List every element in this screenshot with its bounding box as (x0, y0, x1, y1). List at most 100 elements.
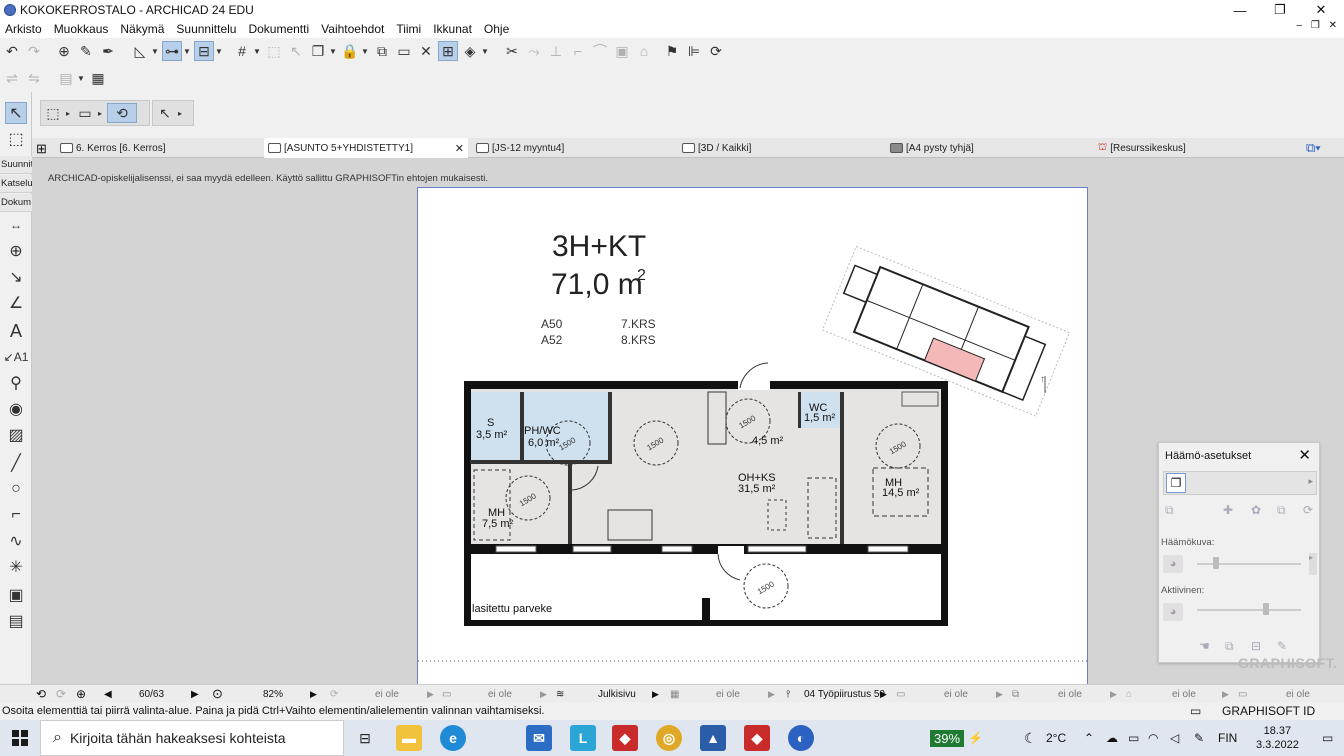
compare-icon[interactable]: ⊟ (1251, 639, 1261, 653)
angle-dimension-icon[interactable]: ∠ (5, 292, 27, 314)
inject-parameters-icon[interactable]: ✒ (98, 41, 118, 61)
rotate-view-icon[interactable]: ⟳ (330, 685, 338, 703)
restore-button[interactable]: ❐ (1257, 0, 1303, 20)
zoom-icon[interactable]: ⊙ (212, 685, 223, 703)
tab-list-icon[interactable]: ⧉▾ (1306, 140, 1321, 156)
notifications-icon[interactable]: ▭ (1322, 720, 1333, 756)
menu-vaihtoehdot[interactable]: Vaihtoehdot (315, 22, 390, 36)
graphisoft-id[interactable]: GRAPHISOFT ID (1222, 704, 1315, 718)
menu-dokumentti[interactable]: Dokumentti (242, 22, 315, 36)
tab-resource-center[interactable]: ⛫ [Resurssikeskus] (1094, 138, 1300, 158)
copy-icon[interactable]: ⧉ (1277, 503, 1286, 518)
duplicate-icon[interactable]: ⧉ (1225, 639, 1234, 654)
chevron-right-icon[interactable]: ▶ (880, 685, 887, 703)
toolbox-group-suunnittelu[interactable]: Suunnit (0, 156, 32, 174)
flag-icon[interactable]: ⚑ (662, 41, 682, 61)
rotated-marquee-icon[interactable]: ⟲ (107, 103, 137, 123)
taskbar-search[interactable]: ⌕ Kirjoita tähän hakeaksesi kohteista (40, 720, 344, 756)
menu-nakyma[interactable]: Näkymä (114, 22, 170, 36)
split-icon[interactable]: ✂ (502, 41, 522, 61)
worksheet-paper[interactable]: 3H+KT 71,0 m 2 A50 A52 7.KRS 8.KRS ↑ 150… (417, 187, 1089, 684)
chevron-down-icon[interactable]: ▼ (182, 41, 192, 61)
publish-icon[interactable]: ▤ (56, 68, 76, 88)
suspend-groups-icon[interactable]: ⬚ (264, 41, 284, 61)
fillet-icon[interactable]: ⌒ (590, 41, 610, 61)
quick-select-icon[interactable]: ↖ (155, 103, 175, 123)
tab-worksheet-active[interactable]: [ASUNTO 5+YHDISTETTY1] ✕ (264, 138, 468, 158)
circle-tool-icon[interactable]: ○ (5, 478, 27, 500)
task-view-icon[interactable]: ⊟ (352, 725, 378, 751)
chevron-down-icon[interactable]: ▼ (360, 41, 370, 61)
ghost-source-selector[interactable]: ❐ ▸ (1163, 471, 1317, 495)
mail-icon[interactable]: ✉ (526, 725, 552, 751)
chevron-right-icon[interactable]: ▶ (1110, 685, 1117, 703)
chevron-down-icon[interactable]: ▼ (252, 41, 262, 61)
line-tool-icon[interactable]: ╱ (5, 452, 27, 474)
file-explorer-icon[interactable]: ▬ (396, 725, 422, 751)
eyedropper-icon[interactable]: ✎ (76, 41, 96, 61)
view-option-value-1[interactable]: ei ole (375, 685, 399, 703)
active-opacity-slider[interactable] (1197, 609, 1301, 611)
pen-set-icon[interactable]: ⫯ (786, 685, 790, 703)
ghost-color-icon[interactable]: ◕ (1163, 555, 1183, 573)
photos-icon[interactable]: ▲ (700, 725, 726, 751)
marquee-tool-icon[interactable]: ⬚ (5, 128, 27, 150)
trace-icon[interactable]: ⊞ (438, 41, 458, 61)
redo-view-icon[interactable]: ⟳ (56, 685, 66, 703)
measure-icon[interactable]: ◺ (130, 41, 150, 61)
clock[interactable]: 18.37 3.3.2022 (1256, 720, 1299, 756)
intersect-icon[interactable]: ⌐ (568, 41, 588, 61)
chevron-right-icon[interactable]: ▶ (427, 685, 434, 703)
hotspot-tool-icon[interactable]: ✳ (5, 556, 27, 578)
weather-moon-icon[interactable]: ☾ (1024, 720, 1037, 756)
pen-icon[interactable]: ✎ (1194, 720, 1204, 756)
teamwork-receive-icon[interactable]: ⇋ (24, 68, 44, 88)
window-layout-icon[interactable]: ▭ (1190, 704, 1201, 718)
hand-icon[interactable]: ☚ (1199, 639, 1210, 653)
adjust-icon[interactable]: ⤳ (524, 41, 544, 61)
snap-points-icon[interactable]: ⊟ (194, 41, 214, 61)
menu-tiimi[interactable]: Tiimi (390, 22, 427, 36)
marquee-rect-icon[interactable]: ▭ (75, 103, 95, 123)
group-icon[interactable]: ⧉ (372, 41, 392, 61)
layers-stack-icon[interactable]: ≋ (556, 685, 564, 703)
spline-tool-icon[interactable]: ∿ (5, 530, 27, 552)
trim-icon[interactable]: ⊥ (546, 41, 566, 61)
next-page-icon[interactable]: ▶ (191, 685, 199, 703)
tab-floor-plan[interactable]: 6. Kerros [6. Kerros] (56, 138, 262, 158)
edit-icon[interactable]: ✎ (1277, 639, 1287, 653)
ghost-slider-thumb[interactable] (1213, 557, 1219, 569)
dimension-tool-icon[interactable]: ↔ (5, 214, 27, 236)
edge-icon[interactable]: e (440, 725, 466, 751)
explode-icon[interactable]: ✕ (416, 41, 436, 61)
teamwork-send-icon[interactable]: ⇌ (2, 68, 22, 88)
chevron-right-icon[interactable]: ▶ (768, 685, 775, 703)
chevron-right-icon[interactable]: ▶ (540, 685, 547, 703)
renovation-icon[interactable]: ⌂ (1126, 685, 1132, 703)
radial-dimension-icon[interactable]: ⊕ (5, 240, 27, 262)
document-window-controls[interactable]: – ❐ ✕ (1297, 20, 1340, 31)
drawing-tool-icon[interactable]: ▤ (5, 610, 27, 632)
tray-expand-icon[interactable]: ⌃ (1084, 720, 1094, 756)
temperature[interactable]: 2°C (1046, 720, 1066, 756)
active-color-icon[interactable]: ◕ (1163, 603, 1183, 621)
zoom-level[interactable]: 82% (263, 685, 283, 703)
chevron-right-icon[interactable]: ▸ (95, 103, 105, 123)
page-indicator[interactable]: 60/63 (139, 685, 164, 703)
app-l-icon[interactable]: L (570, 725, 596, 751)
view-option-value-7[interactable]: ei ole (1286, 685, 1310, 703)
level-dimension-icon[interactable]: ↘ (5, 266, 27, 288)
tab-layout[interactable]: [A4 pysty tyhjä] (886, 138, 1092, 158)
toolbox-group-katselu[interactable]: Katselu (0, 175, 32, 193)
wifi-icon[interactable]: ◠ (1148, 720, 1158, 756)
chevron-right-icon[interactable]: ▶ (996, 685, 1003, 703)
chevron-down-icon[interactable]: ▼ (328, 41, 338, 61)
ghost-view-icon[interactable]: ⧉ (1165, 503, 1174, 518)
tab-3d[interactable]: [3D / Kaikki] (678, 138, 884, 158)
zone-tool-icon[interactable]: ⚲ (5, 372, 27, 394)
view-option-value-6[interactable]: ei ole (1172, 685, 1196, 703)
add-icon[interactable]: ✚ (1223, 503, 1233, 517)
view-option-value-2[interactable]: ei ole (488, 685, 512, 703)
view-icon[interactable]: ◈ (460, 41, 480, 61)
menu-muokkaus[interactable]: Muokkaus (48, 22, 115, 36)
